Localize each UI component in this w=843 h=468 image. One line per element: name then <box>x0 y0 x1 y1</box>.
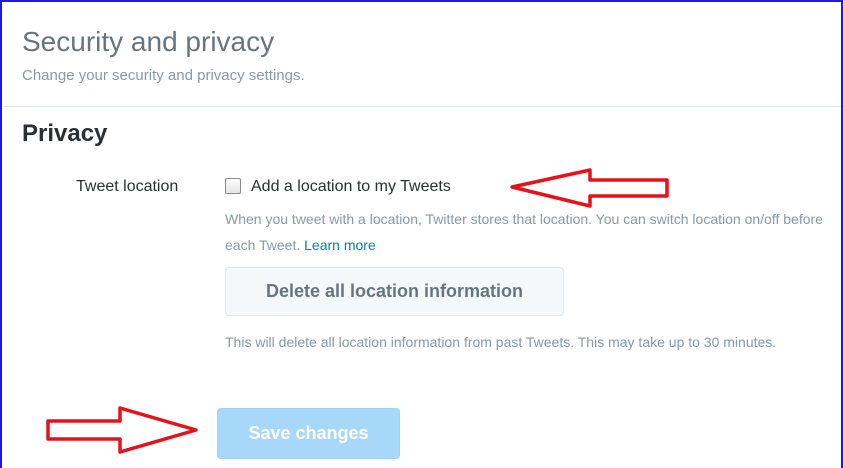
learn-more-link[interactable]: Learn more <box>304 237 376 253</box>
add-location-checkbox-label[interactable]: Add a location to my Tweets <box>251 178 451 196</box>
location-help-text: When you tweet with a location, Twitter … <box>225 206 825 258</box>
delete-location-button[interactable]: Delete all location information <box>225 267 564 316</box>
annotation-arrow-right-shape <box>46 406 198 454</box>
settings-header: Security and privacy Change your securit… <box>4 2 841 107</box>
settings-panel: Security and privacy Change your securit… <box>0 0 843 468</box>
page-subtitle: Change your security and privacy setting… <box>22 67 305 84</box>
annotation-arrow-left-shape <box>510 168 669 208</box>
delete-location-help-text: This will delete all location informatio… <box>225 334 777 350</box>
tweet-location-label: Tweet location <box>76 178 179 195</box>
annotation-arrow-right-icon <box>46 406 198 454</box>
privacy-section-title: Privacy <box>22 120 108 147</box>
save-changes-button[interactable]: Save changes <box>217 408 400 459</box>
annotation-arrow-left-icon <box>510 168 669 208</box>
add-location-checkbox[interactable] <box>225 178 241 194</box>
page-title: Security and privacy <box>22 26 275 57</box>
